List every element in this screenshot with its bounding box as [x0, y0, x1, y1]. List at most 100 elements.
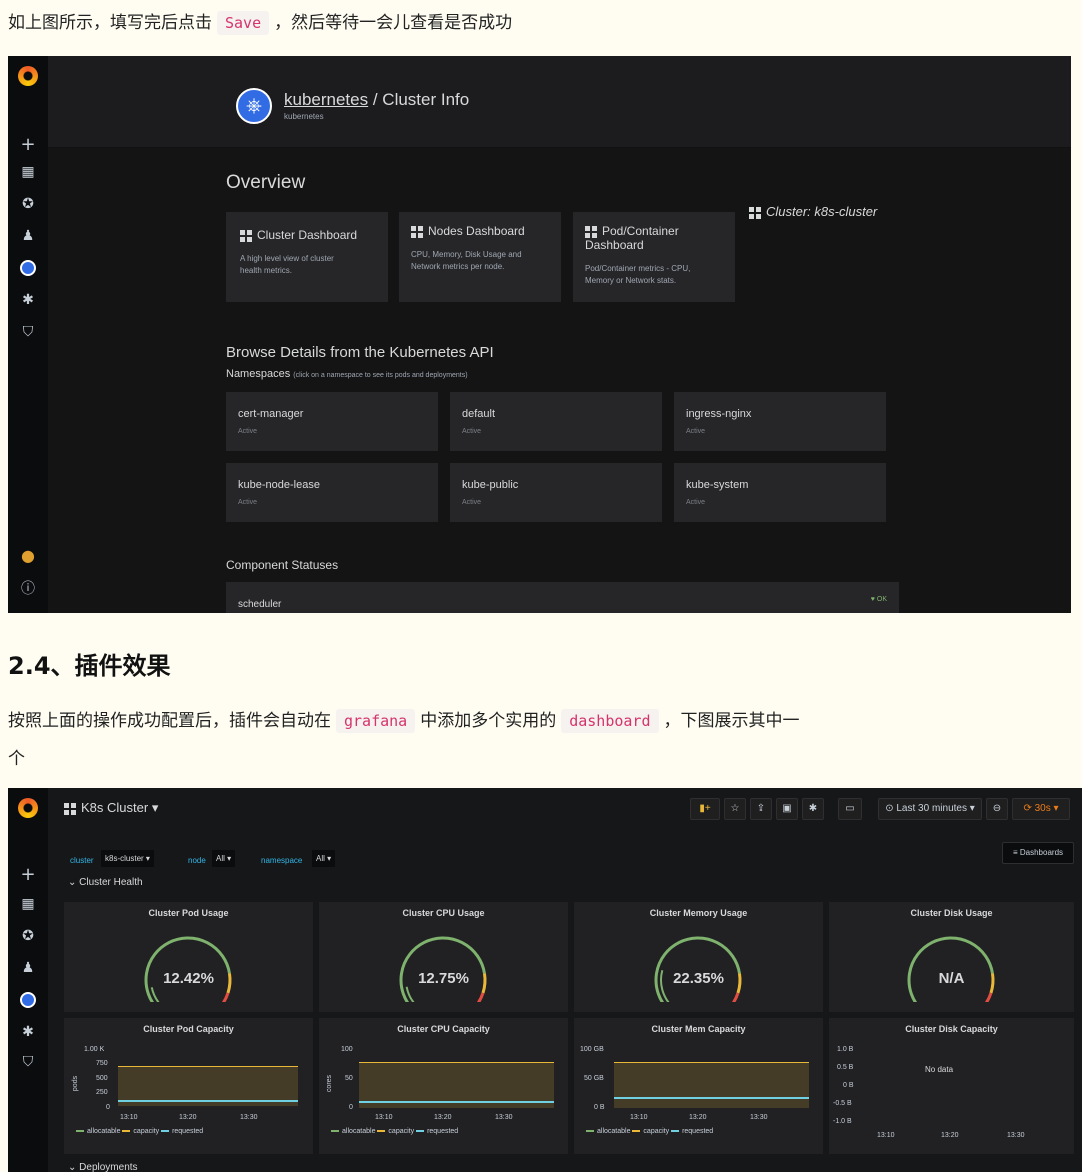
page-header [48, 56, 1071, 148]
explore-icon[interactable]: ✪ [8, 928, 48, 944]
y-tick: 0 [106, 1104, 110, 1111]
card-desc: CPU, Memory, Disk Usage and [411, 250, 522, 259]
namespace-name: default [462, 408, 496, 420]
namespaces-title: Namespaces [226, 368, 291, 380]
panel-title: Cluster Pod Usage [148, 908, 229, 918]
shield-icon[interactable]: ⛉ [8, 324, 48, 340]
x-tick: 13:10 [877, 1132, 895, 1139]
kubernetes-icon[interactable] [8, 992, 48, 1008]
panel-title: Cluster CPU Capacity [397, 1024, 490, 1034]
panel-title: Cluster CPU Usage [402, 908, 485, 918]
component-name: scheduler [238, 599, 282, 610]
y-tick: -0.5 B [833, 1100, 852, 1107]
refresh-button[interactable]: ⟳ 30s ▾ [1012, 798, 1070, 820]
gauge [399, 936, 487, 1002]
namespaces-hint: (click on a namespace to see its pods an… [293, 372, 468, 379]
avatar[interactable]: ● [8, 546, 48, 565]
inline-code: grafana [336, 709, 416, 733]
card-pod-container-dashboard[interactable]: Pod/Container Dashboard Pod/Container me… [573, 212, 735, 302]
kubernetes-logo-icon: ⎈ [236, 88, 272, 124]
y-tick: 100 [341, 1046, 353, 1053]
card-nodes-dashboard[interactable]: Nodes Dashboard CPU, Memory, Disk Usage … [399, 212, 561, 302]
y-tick: 50 GB [584, 1075, 604, 1082]
gauge [144, 936, 232, 1002]
tv-mode-icon[interactable]: ▭ [838, 798, 862, 820]
namespace-status: Active [238, 499, 258, 506]
gauge-value: 12.42% [163, 970, 214, 987]
x-tick: 13:30 [750, 1114, 768, 1121]
alert-bell-icon[interactable]: ♟ [8, 228, 48, 244]
add-panel-icon[interactable]: ▮+ [690, 798, 720, 820]
settings-gear-icon[interactable]: ✱ [802, 798, 824, 820]
card-title: Nodes Dashboard [428, 224, 525, 238]
grafana-logo-icon[interactable] [18, 66, 38, 86]
shield-icon[interactable]: ⛉ [8, 1054, 48, 1070]
row-header-cluster-health[interactable]: ⌄ Cluster Health [68, 877, 143, 888]
namespace-name: ingress-nginx [686, 408, 752, 420]
graph-panel: Cluster Pod Capacity 1.00 K 750 500 250 … [64, 1018, 313, 1154]
gauge-value: 22.35% [673, 970, 724, 987]
gear-icon[interactable]: ✱ [8, 1024, 48, 1040]
panel-title: Cluster Disk Usage [910, 908, 993, 918]
star-icon[interactable]: ☆ [724, 798, 746, 820]
breadcrumb-kubernetes-link[interactable]: kubernetes [284, 90, 368, 109]
namespace-status: Active [462, 428, 482, 435]
y-tick: 500 [96, 1075, 108, 1082]
time-picker[interactable]: ⊙ Last 30 minutes ▾ [878, 798, 982, 820]
inline-code: Save [217, 11, 270, 35]
refresh-interval: 30s [1034, 803, 1051, 814]
dashboard-title[interactable]: K8s Cluster ▾ [64, 800, 158, 816]
var-value: All [216, 854, 225, 863]
var-value: All [316, 854, 325, 863]
plus-icon[interactable]: + [8, 134, 48, 155]
gear-icon[interactable]: ✱ [8, 292, 48, 308]
var-cluster-select[interactable]: k8s-cluster ▾ [101, 850, 154, 867]
doc-paragraph: 按照上面的操作成功配置后，插件会自动在 grafana 中添加多个实用的 dashbo… [8, 706, 800, 733]
card-cluster-dashboard[interactable]: Cluster Dashboard A high level view of c… [226, 212, 388, 302]
y-tick: 1.0 B [837, 1046, 854, 1053]
dashboard-title-text: K8s Cluster [81, 800, 149, 815]
save-icon[interactable]: ▣ [776, 798, 798, 820]
namespace-card[interactable]: ingress-nginx Active [674, 392, 886, 451]
zoom-out-icon[interactable]: ⊖ [986, 798, 1008, 820]
x-tick: 13:20 [434, 1114, 452, 1121]
row-header-deployments[interactable]: ⌄ Deployments [68, 1162, 138, 1172]
var-node-select[interactable]: All ▾ [212, 850, 236, 867]
plus-icon[interactable]: + [8, 864, 48, 885]
cluster-label-text: Cluster: k8s-cluster [766, 204, 878, 219]
grafana-logo-icon[interactable] [18, 798, 38, 818]
namespace-card[interactable]: kube-system Active [674, 463, 886, 522]
namespace-card[interactable]: default Active [450, 392, 662, 451]
namespace-card[interactable]: cert-manager Active [226, 392, 438, 451]
y-tick: 250 [96, 1089, 108, 1096]
alert-bell-icon[interactable]: ♟ [8, 960, 48, 976]
x-tick: 13:30 [495, 1114, 513, 1121]
card-title-line2: Dashboard [585, 238, 644, 252]
namespace-card[interactable]: kube-node-lease Active [226, 463, 438, 522]
kubernetes-icon[interactable] [8, 260, 48, 276]
graph-panel: Cluster CPU Capacity 100 50 0 cores 13:1… [319, 1018, 568, 1154]
explore-icon[interactable]: ✪ [8, 196, 48, 212]
card-title: Cluster Dashboard [257, 228, 358, 242]
doc-text: ，然后等待一会儿查看是否成功 [274, 13, 513, 33]
card-desc: Memory or Network stats. [585, 276, 677, 285]
dashboard-grid-icon [585, 225, 597, 238]
breadcrumb-current: / Cluster Info [368, 90, 470, 109]
dashboards-icon[interactable]: ▦ [8, 896, 48, 912]
dashboards-link-button[interactable]: ≡ Dashboards [1002, 842, 1074, 864]
y-tick: 1.00 K [84, 1046, 105, 1053]
y-axis-label: cores [326, 1074, 334, 1093]
x-tick: 13:30 [240, 1114, 258, 1121]
share-icon[interactable]: ⇪ [750, 798, 772, 820]
requested-line [359, 1101, 554, 1103]
x-tick: 13:20 [179, 1114, 197, 1121]
var-namespace-select[interactable]: All ▾ [312, 850, 336, 867]
help-icon[interactable]: ⓘ [8, 578, 48, 598]
requested-line [614, 1097, 809, 1099]
gauge-value-arc [405, 986, 415, 1002]
namespace-status: Active [686, 499, 706, 506]
dashboards-icon[interactable]: ▦ [8, 164, 48, 180]
no-data-label: No data [925, 1065, 954, 1074]
namespace-card[interactable]: kube-public Active [450, 463, 662, 522]
namespace-name: kube-node-lease [238, 479, 320, 491]
